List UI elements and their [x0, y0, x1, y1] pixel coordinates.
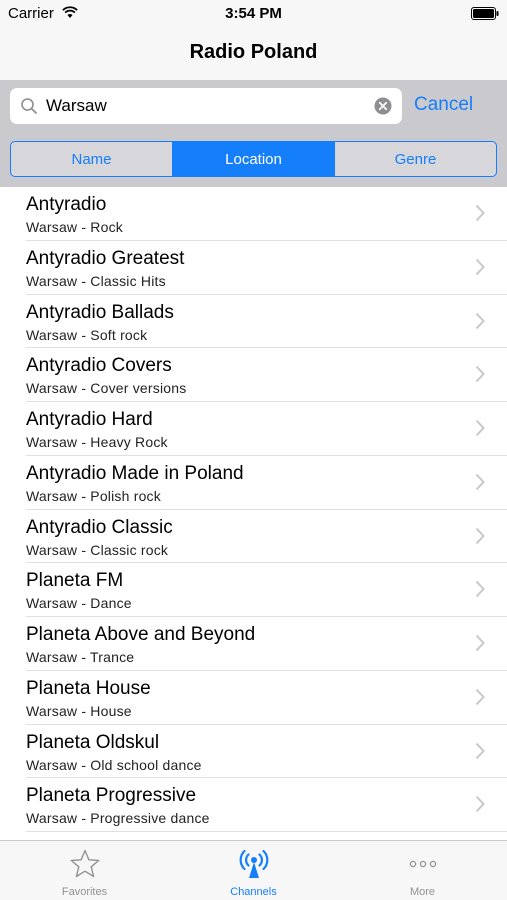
- station-title: Antyradio Classic: [26, 516, 173, 538]
- tab-bar: Favorites Channels More: [0, 840, 507, 900]
- station-subtitle: Warsaw - Trance: [26, 649, 135, 665]
- station-title: Planeta FM: [26, 570, 124, 592]
- station-subtitle: Warsaw - Old school dance: [26, 756, 202, 773]
- search-input[interactable]: Warsaw: [10, 88, 402, 124]
- list-item[interactable]: Planeta Progressive Warsaw - Progressive…: [0, 778, 507, 832]
- list-item[interactable]: Antyradio Hard Warsaw - Heavy Rock: [0, 402, 507, 456]
- station-title: Planeta Progressive: [26, 785, 197, 807]
- station-subtitle: Warsaw - Polish rock: [26, 487, 161, 504]
- station-title: Antyradio Hard: [26, 409, 153, 430]
- station-subtitle: Warsaw - Dance: [26, 595, 132, 612]
- status-bar: Carrier 3:54 PM: [0, 0, 507, 28]
- chevron-right-icon: [475, 312, 485, 329]
- station-subtitle: Warsaw - Soft rock: [26, 326, 148, 343]
- station-list: Antyradio Warsaw - Rock Antyradio Greate…: [0, 187, 507, 840]
- list-item[interactable]: Planeta Oldskul Warsaw - Old school danc…: [0, 725, 507, 779]
- navigation-bar: Radio Poland: [0, 28, 507, 80]
- station-subtitle: Warsaw - Classic Hits: [26, 272, 166, 289]
- tab-more[interactable]: More: [338, 841, 507, 900]
- chevron-right-icon: [475, 419, 485, 437]
- tab-label: Favorites: [61, 886, 108, 898]
- more-icon: [409, 860, 436, 868]
- radio-tower-icon: [239, 849, 268, 878]
- tab-favorites[interactable]: Favorites: [0, 841, 169, 900]
- station-subtitle: Warsaw - Cover versions: [26, 380, 187, 397]
- scope-segment-name[interactable]: Name: [11, 142, 173, 176]
- chevron-right-icon: [475, 688, 485, 705]
- chevron-right-icon: [475, 742, 485, 759]
- station-title: Antyradio Covers: [26, 355, 172, 377]
- tab-label: Channels: [230, 886, 277, 898]
- chevron-right-icon: [475, 366, 485, 383]
- chevron-right-icon: [475, 473, 485, 490]
- chevron-right-icon: [475, 527, 485, 544]
- station-subtitle: Warsaw - Heavy Rock: [26, 434, 168, 450]
- list-item[interactable]: Antyradio Covers Warsaw - Cover versions: [0, 348, 507, 402]
- scope-segment-location[interactable]: Location: [173, 142, 335, 176]
- station-subtitle: Warsaw - Classic rock: [26, 541, 169, 558]
- scope-segment-genre[interactable]: Genre: [335, 142, 496, 176]
- station-subtitle: Warsaw - Rock: [26, 219, 123, 235]
- station-title: Antyradio: [26, 194, 107, 215]
- tab-label: More: [409, 886, 436, 898]
- station-title: Antyradio Ballads: [26, 301, 174, 323]
- star-icon: [70, 849, 99, 878]
- station-title: Antyradio Made in Poland: [26, 462, 244, 484]
- station-title: Planeta House: [26, 677, 151, 699]
- chevron-right-icon: [475, 581, 485, 598]
- station-title: Planeta Oldskul: [26, 731, 160, 753]
- cancel-button[interactable]: Cancel: [414, 94, 473, 116]
- search-query-text: Warsaw: [46, 96, 107, 115]
- list-item[interactable]: Planeta Above and Beyond Warsaw - Trance: [0, 617, 507, 671]
- scope-segmented-control: Name Location Genre: [10, 141, 497, 177]
- list-item[interactable]: Antyradio Made in Poland Warsaw - Polish…: [0, 456, 507, 510]
- station-subtitle: Warsaw - House: [26, 702, 132, 719]
- battery-icon: [471, 7, 499, 20]
- clear-icon[interactable]: [374, 97, 392, 115]
- list-item[interactable]: Antyradio Warsaw - Rock: [0, 187, 507, 241]
- search-bar: Warsaw Cancel Name Location Genre: [0, 80, 507, 187]
- list-item[interactable]: Planeta House Warsaw - House: [0, 671, 507, 725]
- page-title: Radio Poland: [189, 41, 318, 63]
- chevron-right-icon: [475, 204, 485, 222]
- clock: 3:54 PM: [225, 5, 282, 22]
- list-item[interactable]: Planeta FM Warsaw - Dance: [0, 563, 507, 617]
- chevron-right-icon: [475, 634, 485, 652]
- station-subtitle: Warsaw - Progressive dance: [26, 810, 210, 827]
- tab-channels[interactable]: Channels: [169, 841, 338, 900]
- search-icon: [21, 98, 37, 114]
- chevron-right-icon: [475, 796, 485, 813]
- list-item[interactable]: Antyradio Ballads Warsaw - Soft rock: [0, 295, 507, 349]
- chevron-right-icon: [475, 258, 485, 275]
- station-title: Planeta Above and Beyond: [26, 624, 256, 645]
- list-item[interactable]: Antyradio Classic Warsaw - Classic rock: [0, 510, 507, 564]
- station-title: Antyradio Greatest: [26, 247, 185, 269]
- list-item[interactable]: Antyradio Greatest Warsaw - Classic Hits: [0, 241, 507, 295]
